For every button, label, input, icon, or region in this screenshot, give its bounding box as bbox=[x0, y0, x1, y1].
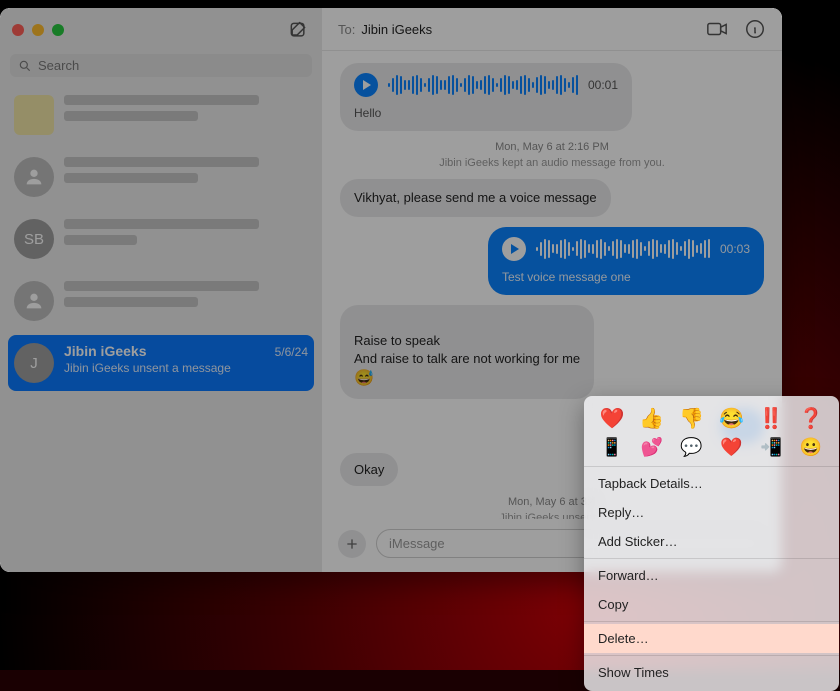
conversation-row[interactable] bbox=[8, 87, 314, 143]
menu-add-sticker[interactable]: Add Sticker… bbox=[584, 527, 839, 556]
tapback-haha[interactable]: 😂 bbox=[719, 406, 744, 431]
zoom-window-button[interactable] bbox=[52, 24, 64, 36]
menu-separator bbox=[584, 558, 839, 559]
sidebar: Search SB bbox=[0, 8, 322, 572]
conversation-date: 5/6/24 bbox=[275, 345, 308, 359]
close-window-button[interactable] bbox=[12, 24, 24, 36]
search-icon bbox=[18, 59, 32, 73]
plus-icon bbox=[344, 536, 360, 552]
menu-tapback-details[interactable]: Tapback Details… bbox=[584, 469, 839, 498]
outgoing-audio-message[interactable]: 00:03 Test voice message one bbox=[488, 227, 764, 295]
minimize-window-button[interactable] bbox=[32, 24, 44, 36]
tapback-exclaim[interactable]: ‼️ bbox=[759, 406, 784, 431]
search-input[interactable]: Search bbox=[10, 54, 312, 77]
avatar-initials: SB bbox=[14, 219, 54, 259]
avatar bbox=[14, 281, 54, 321]
tapback-question[interactable]: ❓ bbox=[799, 406, 824, 431]
sticker-smile[interactable]: 😀 bbox=[800, 437, 822, 458]
status-text: Jibin iGeeks kept an audio message from … bbox=[340, 157, 764, 169]
incoming-message[interactable]: Raise to speak And raise to talk are not… bbox=[340, 305, 594, 399]
tapback-row: ❤️ 👍 👎 😂 ‼️ ❓ bbox=[584, 396, 839, 437]
audio-duration: 00:03 bbox=[720, 241, 750, 257]
tapback-thumbs-up[interactable]: 👍 bbox=[639, 406, 664, 431]
compose-icon bbox=[288, 20, 308, 40]
menu-reply[interactable]: Reply… bbox=[584, 498, 839, 527]
info-icon[interactable] bbox=[744, 18, 766, 40]
avatar-initials: J bbox=[14, 343, 54, 383]
incoming-message[interactable]: Vikhyat, please send me a voice message bbox=[340, 179, 611, 217]
play-button[interactable] bbox=[354, 73, 378, 97]
sticker-hearts[interactable]: 💕 bbox=[641, 437, 663, 458]
waveform bbox=[536, 238, 710, 260]
timestamp: Mon, May 6 at 2:16 PM bbox=[340, 141, 764, 153]
avatar bbox=[14, 95, 54, 135]
context-menu: ❤️ 👍 👎 😂 ‼️ ❓ 📱 💕 💬 ❤️ 📲 😀 Tapback Detai… bbox=[584, 396, 839, 691]
incoming-audio-message[interactable]: 00:01 Hello bbox=[340, 63, 632, 131]
waveform bbox=[388, 74, 578, 96]
conversation-row-selected[interactable]: J Jibin iGeeks 5/6/24 Jibin iGeeks unsen… bbox=[8, 335, 314, 391]
compose-button[interactable] bbox=[286, 18, 310, 42]
sticker-row: 📱 💕 💬 ❤️ 📲 😀 bbox=[584, 437, 839, 464]
conversation-header: To: Jibin iGeeks bbox=[322, 8, 782, 51]
conversation-row[interactable] bbox=[8, 273, 314, 329]
recipient-name: Jibin iGeeks bbox=[361, 22, 432, 37]
audio-caption: Hello bbox=[354, 105, 618, 121]
audio-caption: Test voice message one bbox=[502, 269, 750, 285]
sticker-phone-arrow[interactable]: 📲 bbox=[760, 437, 782, 458]
play-icon bbox=[511, 244, 519, 254]
message-text: Raise to speak And raise to talk are not… bbox=[354, 333, 580, 366]
emoji: 😅 bbox=[354, 370, 374, 387]
window-controls bbox=[8, 14, 314, 46]
menu-separator bbox=[584, 655, 839, 656]
conversation-row[interactable]: SB bbox=[8, 211, 314, 267]
play-button[interactable] bbox=[502, 237, 526, 261]
tapback-heart[interactable]: ❤️ bbox=[599, 406, 624, 431]
incoming-message[interactable]: Okay bbox=[340, 453, 398, 487]
menu-separator bbox=[584, 466, 839, 467]
conversation-row[interactable] bbox=[8, 149, 314, 205]
menu-show-times[interactable]: Show Times bbox=[584, 658, 839, 687]
audio-duration: 00:01 bbox=[588, 77, 618, 93]
person-icon bbox=[23, 166, 45, 188]
sticker-phone[interactable]: 📱 bbox=[601, 437, 623, 458]
menu-separator bbox=[584, 621, 839, 622]
sticker-heart[interactable]: ❤️ bbox=[720, 437, 742, 458]
search-placeholder: Search bbox=[38, 58, 79, 73]
menu-forward[interactable]: Forward… bbox=[584, 561, 839, 590]
menu-delete[interactable]: Delete… bbox=[584, 624, 839, 653]
menu-copy[interactable]: Copy bbox=[584, 590, 839, 619]
to-label: To: bbox=[338, 22, 355, 37]
sticker-bubble[interactable]: 💬 bbox=[680, 437, 702, 458]
play-icon bbox=[363, 80, 371, 90]
conversation-name: Jibin iGeeks bbox=[64, 343, 146, 359]
tapback-thumbs-down[interactable]: 👎 bbox=[679, 406, 704, 431]
avatar bbox=[14, 157, 54, 197]
facetime-icon[interactable] bbox=[706, 18, 728, 40]
apps-button[interactable] bbox=[338, 530, 366, 558]
person-icon bbox=[23, 290, 45, 312]
conversation-preview: Jibin iGeeks unsent a message bbox=[64, 361, 308, 377]
